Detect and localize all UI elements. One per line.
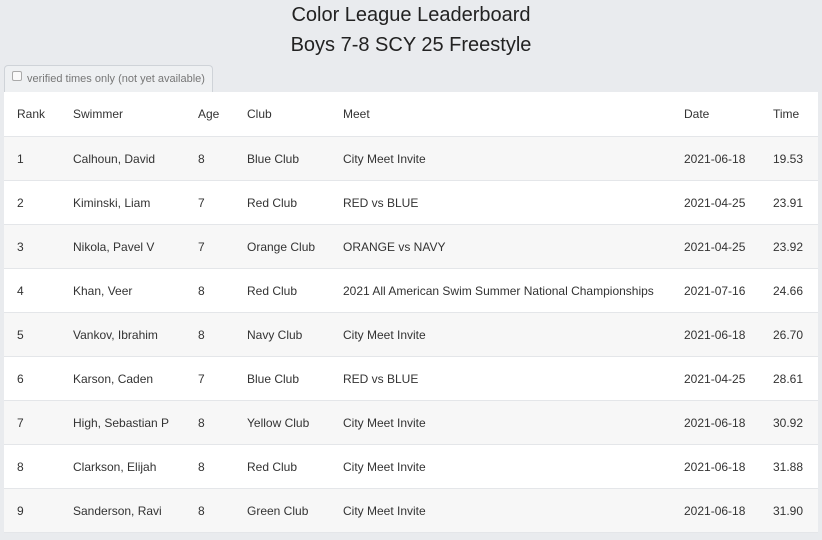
leaderboard-table-container: Rank Swimmer Age Club Meet Date Time 1 C… <box>4 92 818 533</box>
cell-swimmer: Khan, Veer <box>73 268 198 313</box>
cell-rank: 4 <box>4 268 73 313</box>
cell-meet: City Meet Invite <box>343 444 684 489</box>
table-row: 9 Sanderson, Ravi 8 Green Club City Meet… <box>4 488 818 533</box>
cell-club: Red Club <box>247 268 343 313</box>
cell-club: Orange Club <box>247 224 343 269</box>
verified-filter-label: verified times only (not yet available) <box>27 73 205 85</box>
cell-club: Green Club <box>247 488 343 533</box>
table-header-row: Rank Swimmer Age Club Meet Date Time <box>4 92 818 137</box>
table-row: 3 Nikola, Pavel V 7 Orange Club ORANGE v… <box>4 224 818 269</box>
cell-date: 2021-04-25 <box>684 180 773 225</box>
cell-meet: RED vs BLUE <box>343 356 684 401</box>
cell-club: Red Club <box>247 180 343 225</box>
table-row: 6 Karson, Caden 7 Blue Club RED vs BLUE … <box>4 356 818 401</box>
column-header-swimmer[interactable]: Swimmer <box>73 92 198 137</box>
cell-rank: 5 <box>4 312 73 357</box>
cell-club: Blue Club <box>247 136 343 181</box>
cell-meet: 2021 All American Swim Summer National C… <box>343 268 684 313</box>
cell-swimmer: Vankov, Ibrahim <box>73 312 198 357</box>
table-row: 8 Clarkson, Elijah 8 Red Club City Meet … <box>4 444 818 489</box>
cell-age: 8 <box>198 488 247 533</box>
cell-time: 23.91 <box>773 180 818 225</box>
cell-club: Blue Club <box>247 356 343 401</box>
cell-date: 2021-04-25 <box>684 356 773 401</box>
verified-filter[interactable]: verified times only (not yet available) <box>4 65 213 92</box>
cell-swimmer: Karson, Caden <box>73 356 198 401</box>
cell-rank: 9 <box>4 488 73 533</box>
cell-club: Red Club <box>247 444 343 489</box>
cell-age: 8 <box>198 400 247 445</box>
cell-rank: 6 <box>4 356 73 401</box>
cell-swimmer: Nikola, Pavel V <box>73 224 198 269</box>
cell-rank: 8 <box>4 444 73 489</box>
cell-time: 23.92 <box>773 224 818 269</box>
cell-club: Yellow Club <box>247 400 343 445</box>
cell-meet: City Meet Invite <box>343 312 684 357</box>
cell-swimmer: High, Sebastian P <box>73 400 198 445</box>
column-header-meet[interactable]: Meet <box>343 92 684 137</box>
column-header-date[interactable]: Date <box>684 92 773 137</box>
table-row: 4 Khan, Veer 8 Red Club 2021 All America… <box>4 268 818 313</box>
cell-rank: 1 <box>4 136 73 181</box>
cell-rank: 2 <box>4 180 73 225</box>
cell-meet: ORANGE vs NAVY <box>343 224 684 269</box>
cell-date: 2021-07-16 <box>684 268 773 313</box>
cell-age: 8 <box>198 312 247 357</box>
table-row: 2 Kiminski, Liam 7 Red Club RED vs BLUE … <box>4 180 818 225</box>
cell-meet: City Meet Invite <box>343 136 684 181</box>
cell-time: 30.92 <box>773 400 818 445</box>
cell-club: Navy Club <box>247 312 343 357</box>
cell-time: 31.90 <box>773 488 818 533</box>
cell-meet: RED vs BLUE <box>343 180 684 225</box>
table-row: 7 High, Sebastian P 8 Yellow Club City M… <box>4 400 818 445</box>
cell-age: 7 <box>198 180 247 225</box>
cell-age: 8 <box>198 268 247 313</box>
cell-swimmer: Clarkson, Elijah <box>73 444 198 489</box>
verified-checkbox[interactable] <box>12 71 22 81</box>
cell-rank: 7 <box>4 400 73 445</box>
cell-age: 8 <box>198 444 247 489</box>
cell-meet: City Meet Invite <box>343 400 684 445</box>
cell-date: 2021-06-18 <box>684 444 773 489</box>
table-row: 5 Vankov, Ibrahim 8 Navy Club City Meet … <box>4 312 818 357</box>
cell-swimmer: Calhoun, David <box>73 136 198 181</box>
table-row: 1 Calhoun, David 8 Blue Club City Meet I… <box>4 136 818 181</box>
page-subtitle: Boys 7-8 SCY 25 Freestyle <box>290 34 532 56</box>
cell-date: 2021-06-18 <box>684 488 773 533</box>
column-header-time[interactable]: Time <box>773 92 818 137</box>
cell-date: 2021-06-18 <box>684 136 773 181</box>
cell-time: 31.88 <box>773 444 818 489</box>
cell-age: 7 <box>198 356 247 401</box>
column-header-age[interactable]: Age <box>198 92 247 137</box>
cell-time: 19.53 <box>773 136 818 181</box>
cell-date: 2021-06-18 <box>684 400 773 445</box>
cell-time: 26.70 <box>773 312 818 357</box>
cell-age: 8 <box>198 136 247 181</box>
leaderboard-table: Rank Swimmer Age Club Meet Date Time 1 C… <box>4 92 818 533</box>
column-header-club[interactable]: Club <box>247 92 343 137</box>
cell-age: 7 <box>198 224 247 269</box>
cell-date: 2021-06-18 <box>684 312 773 357</box>
cell-date: 2021-04-25 <box>684 224 773 269</box>
cell-swimmer: Sanderson, Ravi <box>73 488 198 533</box>
page-title: Color League Leaderboard <box>291 4 531 26</box>
cell-meet: City Meet Invite <box>343 488 684 533</box>
cell-time: 28.61 <box>773 356 818 401</box>
cell-rank: 3 <box>4 224 73 269</box>
cell-swimmer: Kiminski, Liam <box>73 180 198 225</box>
column-header-rank[interactable]: Rank <box>4 92 73 137</box>
cell-time: 24.66 <box>773 268 818 313</box>
